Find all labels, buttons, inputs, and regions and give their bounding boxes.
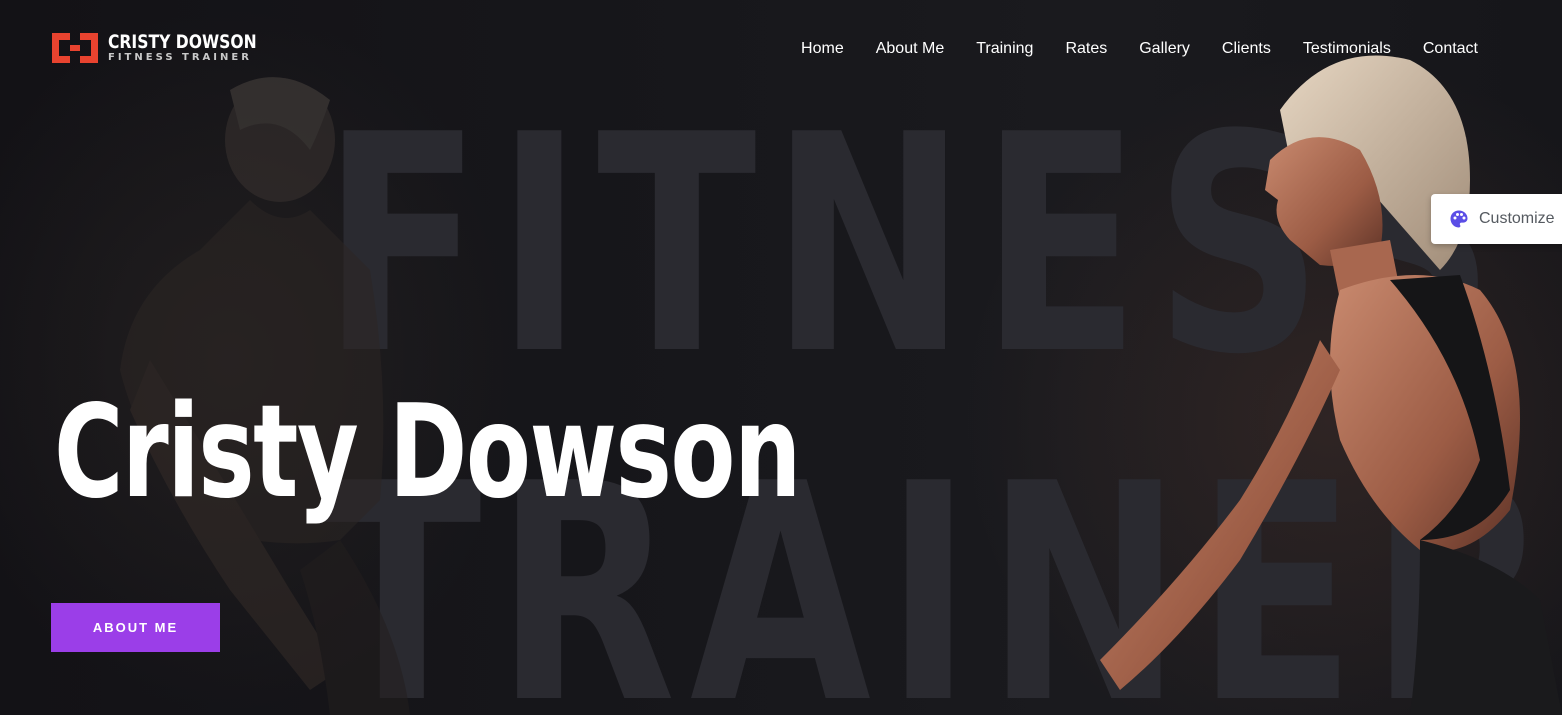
main-navigation: Home About Me Training Rates Gallery Cli… [801, 38, 1478, 60]
nav-item-clients[interactable]: Clients [1222, 38, 1271, 60]
nav-item-home[interactable]: Home [801, 38, 844, 60]
brand-name: CRISTY DOWSON [108, 31, 257, 53]
customize-button[interactable]: Customize [1431, 194, 1562, 244]
nav-item-testimonials[interactable]: Testimonials [1303, 38, 1391, 60]
hero-section: FITNESS TRAINER CRISTY DOWSON FITNESS TR… [0, 0, 1562, 715]
customize-label: Customize [1479, 210, 1555, 227]
nav-item-rates[interactable]: Rates [1065, 38, 1107, 60]
about-me-button[interactable]: ABOUT ME [51, 603, 220, 652]
site-logo[interactable]: CRISTY DOWSON FITNESS TRAINER [50, 29, 289, 67]
ch-monogram-icon [52, 33, 98, 63]
nav-item-training[interactable]: Training [976, 38, 1033, 60]
palette-icon [1450, 210, 1468, 228]
hero-title: Cristy Dowson [54, 378, 801, 527]
brand-tagline: FITNESS TRAINER [108, 52, 252, 63]
nav-item-gallery[interactable]: Gallery [1139, 38, 1190, 60]
background-photo-trainer [1100, 55, 1562, 715]
nav-item-about-me[interactable]: About Me [876, 38, 944, 60]
nav-item-contact[interactable]: Contact [1423, 38, 1478, 60]
